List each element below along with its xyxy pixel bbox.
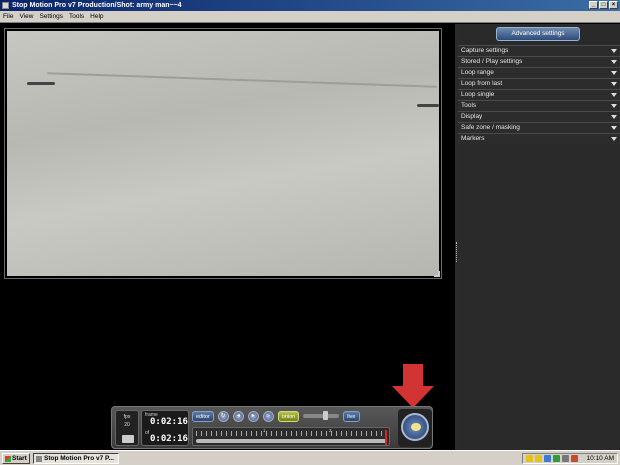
section-stored-play-settings[interactable]: Stored / Play settings <box>458 56 620 67</box>
frame-counter: frame 0:02:16 of 0:02:16 <box>141 410 189 446</box>
scene-shadow-right <box>417 104 439 107</box>
menu-settings[interactable]: Settings <box>39 11 63 22</box>
timeline-label-1: 1 <box>263 428 266 433</box>
section-tools[interactable]: Tools <box>458 100 620 111</box>
menu-help[interactable]: Help <box>90 11 103 22</box>
frame-timeline[interactable]: 1 2 <box>192 427 390 446</box>
warning-icon[interactable] <box>535 455 542 462</box>
timeline-track[interactable] <box>196 439 386 443</box>
camera-settings-icon[interactable] <box>122 435 134 443</box>
of-label: of <box>145 430 150 436</box>
section-capture-settings[interactable]: Capture settings <box>458 45 620 56</box>
transport-bar: fps 20 frame 0:02:16 of 0:02:16 editor ↻… <box>111 406 433 449</box>
windows-logo-icon <box>5 456 11 462</box>
chevron-down-icon <box>611 82 617 86</box>
chevron-down-icon <box>611 60 617 64</box>
section-markers[interactable]: Markers <box>458 133 620 144</box>
menu-tools[interactable]: Tools <box>69 11 84 22</box>
arrow-head <box>392 386 434 408</box>
close-button[interactable]: × <box>609 1 618 9</box>
volume-icon[interactable] <box>562 455 569 462</box>
scene-ridge <box>47 72 437 88</box>
start-button[interactable]: Start <box>2 453 30 464</box>
window-controls: _ □ × <box>589 1 618 9</box>
total-frame-time: 0:02:16 <box>150 434 188 444</box>
chevron-down-icon <box>611 104 617 108</box>
network-icon[interactable] <box>544 455 551 462</box>
chevron-down-icon <box>611 137 617 141</box>
window-title-bar: Stop Motion Pro v7 Production/Shot: army… <box>0 0 620 11</box>
arrow-stem <box>403 364 423 386</box>
transport-controls: editor ↻ ◂ ▸ ▹ onion live <box>192 409 360 423</box>
settings-panel: Advanced settings Capture settings Store… <box>458 24 620 450</box>
opacity-slider[interactable] <box>303 411 340 420</box>
scene-shadow-left <box>27 82 55 85</box>
timeline-label-2: 2 <box>329 428 332 433</box>
section-loop-from-last[interactable]: Loop from last <box>458 78 620 89</box>
onion-skin-button[interactable]: onion <box>277 410 300 422</box>
menu-view[interactable]: View <box>19 11 33 22</box>
chevron-down-icon <box>611 126 617 130</box>
live-button[interactable]: live <box>343 410 360 422</box>
step-back-icon[interactable]: ◂ <box>232 410 244 422</box>
fps-box: fps 20 <box>115 410 139 446</box>
capture-frame-button[interactable] <box>398 409 432 447</box>
menu-file[interactable]: File <box>3 11 13 22</box>
capture-area <box>0 24 455 450</box>
fps-value[interactable]: 20 <box>116 422 138 428</box>
app-icon <box>2 2 9 9</box>
app-icon <box>36 456 42 462</box>
capture-indicator <box>411 423 421 431</box>
timeline-playhead[interactable] <box>385 430 387 445</box>
maximize-button[interactable]: □ <box>599 1 608 9</box>
chevron-down-icon <box>611 71 617 75</box>
live-camera-view[interactable] <box>7 31 439 276</box>
section-safe-zone-masking[interactable]: Safe zone / masking <box>458 122 620 133</box>
menu-bar: File View Settings Tools Help <box>0 11 620 23</box>
warning-icon[interactable] <box>526 455 533 462</box>
settings-section-list: Capture settings Stored / Play settings … <box>458 45 620 144</box>
editor-button[interactable]: editor <box>192 410 214 422</box>
fps-label: fps <box>123 414 131 420</box>
chevron-down-icon <box>611 93 617 97</box>
chevron-down-icon <box>611 115 617 119</box>
update-icon[interactable] <box>571 455 578 462</box>
window-title: Stop Motion Pro v7 Production/Shot: army… <box>12 2 182 9</box>
section-loop-range[interactable]: Loop range <box>458 67 620 78</box>
current-frame-time: 0:02:16 <box>150 417 188 427</box>
section-loop-single[interactable]: Loop single <box>458 89 620 100</box>
section-display[interactable]: Display <box>458 111 620 122</box>
annotation-arrow-icon <box>392 364 434 408</box>
live-view-frame <box>4 28 442 279</box>
loop-icon[interactable]: ↻ <box>217 410 229 422</box>
advanced-settings-button[interactable]: Advanced settings <box>496 27 580 41</box>
chevron-down-icon <box>611 49 617 53</box>
minimize-button[interactable]: _ <box>589 1 598 9</box>
security-icon[interactable] <box>553 455 560 462</box>
splitter-grip-icon[interactable] <box>456 242 457 262</box>
timeline-ticks <box>196 431 386 436</box>
taskbar-item-stop-motion-pro[interactable]: Stop Motion Pro v7 P... <box>33 453 119 464</box>
system-tray: 10:10 AM <box>522 453 618 464</box>
taskbar: Start Stop Motion Pro v7 P... 10:10 AM <box>0 450 620 465</box>
slider-thumb[interactable] <box>323 411 329 420</box>
play-icon[interactable]: ▸ <box>247 410 259 422</box>
resize-grip-icon[interactable] <box>434 271 440 277</box>
system-clock: 10:10 AM <box>586 455 614 462</box>
camera-capture-icon[interactable] <box>401 413 429 441</box>
step-forward-icon[interactable]: ▹ <box>262 410 274 422</box>
